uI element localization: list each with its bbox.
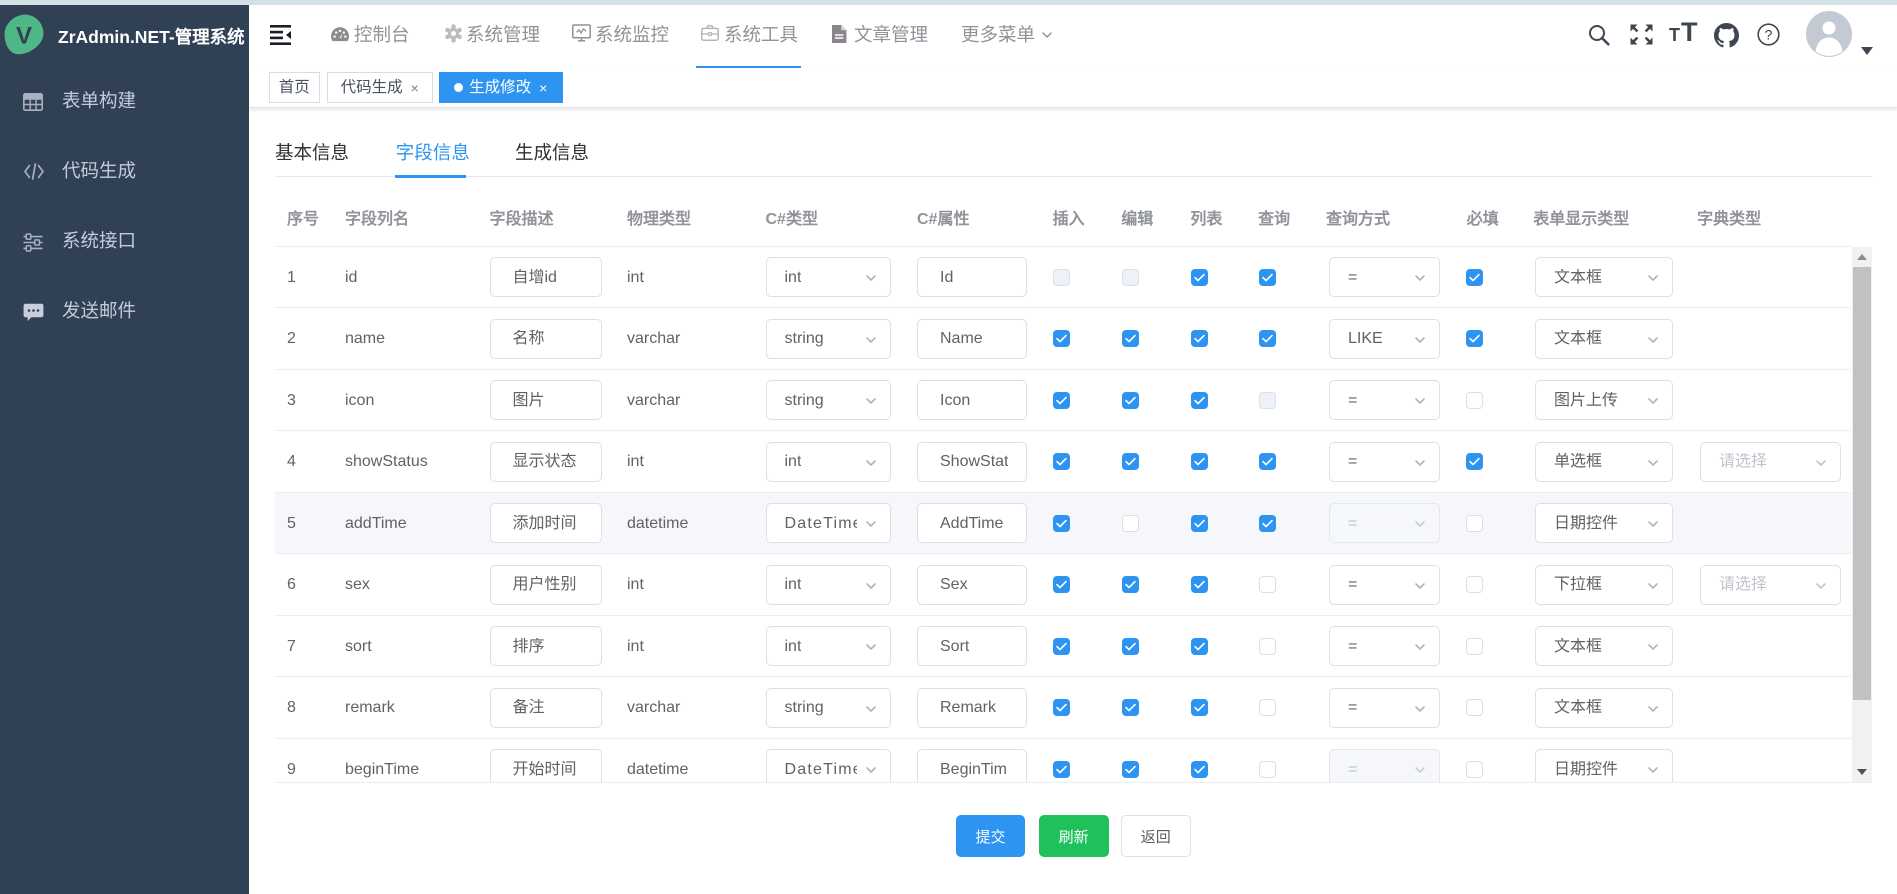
svg-text:V: V [16,23,32,50]
svg-text:?: ? [1765,26,1773,42]
